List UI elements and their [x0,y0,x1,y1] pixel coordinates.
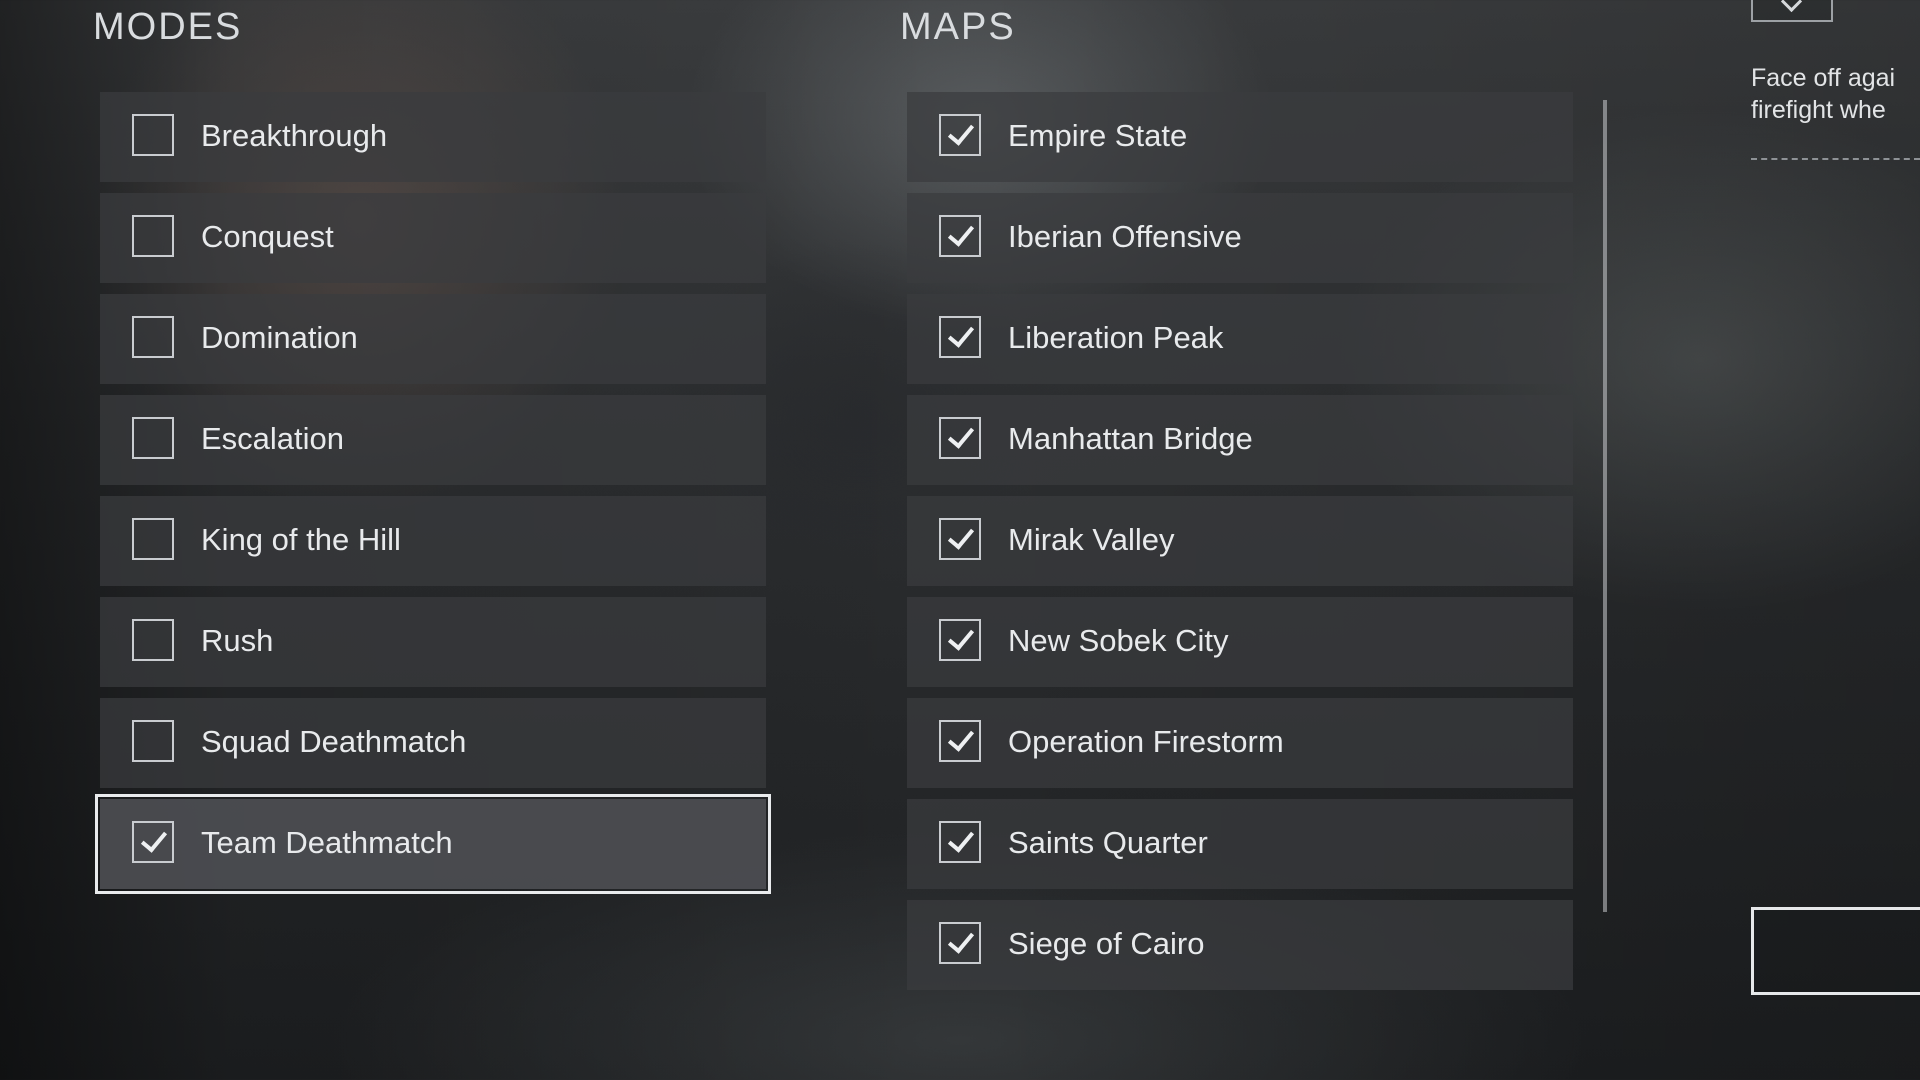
chevron-down-icon [1780,0,1803,13]
map-option-saints-quarter[interactable]: Saints Quarter [907,799,1573,889]
mode-option-conquest[interactable]: Conquest [100,193,766,283]
map-option-label: Manhattan Bridge [1008,421,1253,456]
checkmark-icon [947,421,975,449]
checkmark-icon [947,724,975,752]
map-option-siege-of-cairo[interactable]: Siege of Cairo [907,900,1573,990]
checkbox[interactable] [939,316,981,358]
mode-option-team-deathmatch[interactable]: Team Deathmatch [95,794,771,894]
mode-option-label: Squad Deathmatch [201,724,467,759]
map-option-label: Saints Quarter [1008,825,1208,860]
checkmark-icon [140,825,168,853]
checkbox[interactable] [939,114,981,156]
map-option-label: Mirak Valley [1008,522,1175,557]
mode-option-label: King of the Hill [201,522,401,557]
dashed-divider [1751,158,1920,160]
map-option-label: Empire State [1008,118,1188,153]
map-option-new-sobek-city[interactable]: New Sobek City [907,597,1573,687]
modes-list: Breakthrough Conquest Domination Escalation… [95,92,771,900]
map-option-empire-state[interactable]: Empire State [907,92,1573,182]
map-option-label: Operation Firestorm [1008,724,1284,759]
checkmark-icon [947,825,975,853]
checkbox[interactable] [132,619,174,661]
checkmark-icon [947,623,975,651]
map-option-mirak-valley[interactable]: Mirak Valley [907,496,1573,586]
checkbox[interactable] [132,518,174,560]
mode-option-label: Rush [201,623,274,658]
checkmark-icon [947,522,975,550]
map-option-label: Liberation Peak [1008,320,1224,355]
mode-description: Face off agai firefight whe [1751,64,1896,124]
checkbox[interactable] [132,821,174,863]
checkbox[interactable] [132,316,174,358]
mode-option-label: Breakthrough [201,118,388,153]
checkmark-icon [947,320,975,348]
mode-option-squad-deathmatch[interactable]: Squad Deathmatch [100,698,766,788]
map-option-operation-firestorm[interactable]: Operation Firestorm [907,698,1573,788]
checkbox[interactable] [132,215,174,257]
mode-option-rush[interactable]: Rush [100,597,766,687]
checkmark-icon [947,926,975,954]
mode-option-escalation[interactable]: Escalation [100,395,766,485]
checkbox[interactable] [939,417,981,459]
map-option-label: New Sobek City [1008,623,1229,658]
maps-scrollbar[interactable] [1603,100,1607,912]
checkbox[interactable] [132,114,174,156]
modes-heading: MODES [93,6,243,48]
checkbox[interactable] [132,417,174,459]
map-option-manhattan-bridge[interactable]: Manhattan Bridge [907,395,1573,485]
map-option-iberian-offensive[interactable]: Iberian Offensive [907,193,1573,283]
mode-option-breakthrough[interactable]: Breakthrough [100,92,766,182]
maps-list: Empire State Iberian Offensive Liberation … [907,92,1573,1001]
map-option-label: Iberian Offensive [1008,219,1242,254]
checkbox[interactable] [939,821,981,863]
map-option-label: Siege of Cairo [1008,926,1205,961]
action-button[interactable] [1751,907,1920,995]
map-option-liberation-peak[interactable]: Liberation Peak [907,294,1573,384]
checkmark-icon [947,219,975,247]
collapse-toggle-button[interactable] [1751,0,1833,22]
mode-option-king-of-the-hill[interactable]: King of the Hill [100,496,766,586]
checkbox[interactable] [939,215,981,257]
checkmark-icon [947,118,975,146]
mode-option-label: Conquest [201,219,334,254]
checkbox[interactable] [939,619,981,661]
mode-option-domination[interactable]: Domination [100,294,766,384]
mode-option-label: Team Deathmatch [201,825,453,860]
checkbox[interactable] [939,518,981,560]
maps-heading: MAPS [900,6,1016,48]
checkbox[interactable] [939,922,981,964]
checkbox[interactable] [939,720,981,762]
mode-option-label: Escalation [201,421,345,456]
checkbox[interactable] [132,720,174,762]
mode-option-label: Domination [201,320,358,355]
